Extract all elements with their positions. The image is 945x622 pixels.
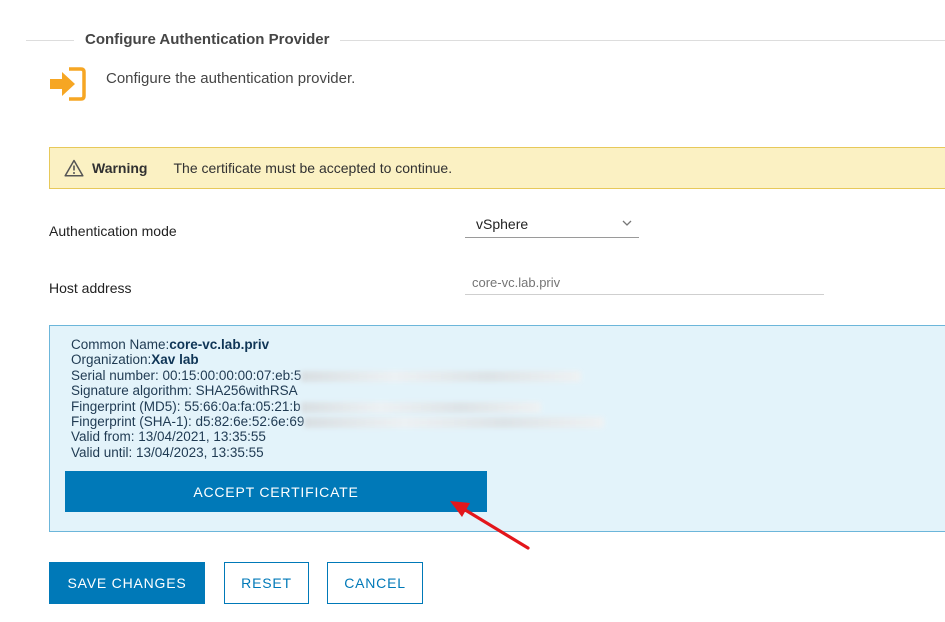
cert-valid-from: Valid from: 13/04/2021, 13:35:55	[71, 429, 266, 445]
cert-fingerprint-md5: Fingerprint (MD5): 55:66:0a:fa:05:21:b	[71, 399, 604, 414]
warning-alert: Warning The certificate must be accepted…	[49, 147, 945, 189]
section-title: Configure Authentication Provider	[74, 31, 341, 48]
cert-signature-algorithm: Signature algorithm: SHA256withRSA	[71, 383, 298, 399]
host-address-input[interactable]	[465, 271, 824, 295]
auth-mode-label: Authentication mode	[49, 223, 177, 239]
accept-certificate-button[interactable]: ACCEPT CERTIFICATE	[65, 471, 487, 512]
cert-fingerprint-sha1: Fingerprint (SHA-1): d5:82:6e:52:6e:69	[71, 414, 605, 429]
warning-message: The certificate must be accepted to cont…	[173, 160, 453, 176]
reset-button[interactable]: RESET	[224, 562, 309, 604]
chevron-down-icon	[622, 220, 632, 226]
cert-common-name: Common Name:core-vc.lab.priv	[71, 337, 270, 352]
sign-in-icon	[50, 67, 86, 101]
host-address-label: Host address	[49, 280, 132, 296]
certificate-details: Common Name:core-vc.lab.priv Organizatio…	[71, 337, 605, 460]
cert-serial-number: Serial number: 00:15:00:00:00:07:eb:5	[71, 368, 604, 383]
redacted-blur	[304, 416, 605, 428]
auth-mode-value: vSphere	[476, 216, 529, 232]
intro-text: Configure the authentication provider.	[106, 70, 356, 87]
cancel-button[interactable]: CANCEL	[327, 562, 423, 604]
cert-organization: Organization:Xav lab	[71, 352, 199, 368]
redacted-blur	[300, 401, 541, 413]
redacted-blur	[301, 370, 582, 382]
warning-label: Warning	[92, 160, 148, 176]
annotation-arrow-icon	[450, 501, 530, 550]
auth-mode-select[interactable]: vSphere	[465, 213, 639, 238]
warning-triangle-icon	[64, 159, 84, 177]
cert-valid-until: Valid until: 13/04/2023, 13:35:55	[71, 444, 264, 460]
save-changes-button[interactable]: SAVE CHANGES	[49, 562, 205, 604]
